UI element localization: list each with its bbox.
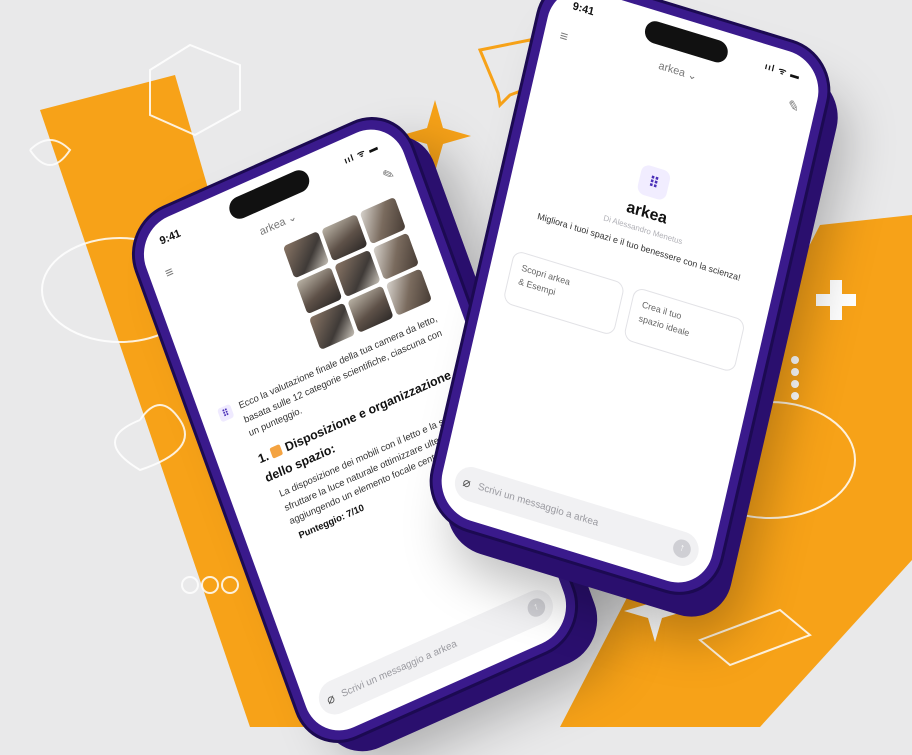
section-number: 1. (256, 449, 271, 467)
model-selector[interactable]: arkea ⌄ (657, 58, 698, 82)
status-time: 9:41 (158, 227, 183, 248)
attach-icon[interactable]: ⌀ (324, 690, 337, 708)
status-icons: ııl ᯤ ▬ (764, 60, 802, 82)
section-emoji-icon (269, 443, 284, 459)
attach-icon[interactable]: ⌀ (461, 474, 472, 492)
model-selector[interactable]: arkea ⌄ (258, 209, 298, 237)
send-icon[interactable]: ↑ (671, 537, 693, 561)
suggestion-card[interactable]: Scopri arkea & Esempi (502, 249, 626, 337)
send-icon[interactable]: ↑ (525, 595, 548, 620)
message-input[interactable]: Scrivi un messaggio a arkea (340, 638, 459, 699)
suggestion-card[interactable]: Crea il tuo spazio ideale (622, 286, 746, 374)
menu-icon[interactable]: ≡ (163, 263, 176, 281)
new-chat-icon[interactable]: ✎ (786, 96, 801, 116)
menu-icon[interactable]: ≡ (558, 27, 569, 45)
arkea-logo-icon: ⠿ (636, 163, 672, 202)
status-time: 9:41 (571, 0, 596, 19)
new-chat-icon[interactable]: ✎ (380, 164, 397, 185)
status-icons: ııl ᯤ ▬ (342, 140, 380, 166)
message-input[interactable]: Scrivi un messaggio a arkea (477, 481, 600, 528)
